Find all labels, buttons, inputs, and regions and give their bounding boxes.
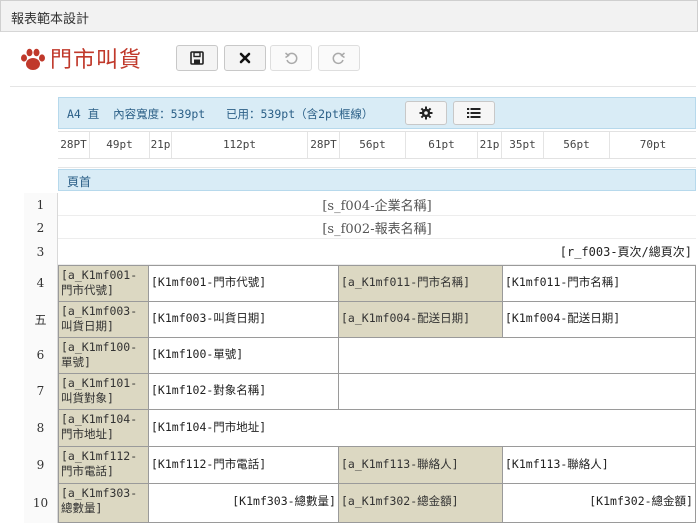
page-title: 門市叫貨	[50, 48, 143, 73]
row-number: 8	[24, 409, 58, 446]
undo-icon	[285, 52, 298, 65]
close-icon	[239, 52, 251, 64]
column-width[interactable]: 70pt	[610, 132, 696, 158]
window-title: 報表範本設計	[11, 12, 90, 27]
redo-button[interactable]	[318, 45, 360, 71]
label-cell[interactable]: [a_K1mf003-叫貨日期]	[58, 301, 149, 338]
label-cell[interactable]: [a_K1mf104-門市地址]	[58, 409, 149, 447]
column-width[interactable]: 56pt	[544, 132, 610, 158]
label-cell[interactable]: [a_K1mf303-總數量]	[58, 483, 149, 523]
row-number: 9	[24, 446, 58, 483]
undo-button[interactable]	[270, 45, 312, 71]
row-number: 6	[24, 337, 58, 373]
value-cell[interactable]: [K1mf011-門市名稱]	[502, 265, 696, 302]
row-number: 1	[24, 193, 58, 216]
label-cell[interactable]: [a_K1mf004-配送日期]	[338, 301, 503, 338]
paw-icon	[21, 48, 45, 70]
column-width[interactable]: 21p	[478, 132, 502, 158]
label-cell[interactable]: [a_K1mf101-叫貨對象]	[58, 373, 149, 410]
label-cell[interactable]: [a_K1mf001-門市代號]	[58, 265, 149, 302]
list-button[interactable]	[453, 101, 495, 125]
label-cell[interactable]: [a_K1mf011-門市名稱]	[338, 265, 503, 302]
column-width[interactable]: 112pt	[172, 132, 308, 158]
redo-icon	[332, 52, 345, 65]
row-number: 五	[24, 301, 58, 337]
value-cell[interactable]: [K1mf104-門市地址]	[148, 409, 696, 447]
page-info-text: A4 直 內容寬度：539pt 已用：539pt（含2pt框線）	[67, 107, 374, 121]
value-cell[interactable]: [K1mf112-門市電話]	[148, 446, 339, 484]
section-label: 頁首	[67, 175, 92, 189]
empty-cell[interactable]	[338, 373, 696, 410]
empty-cell[interactable]	[338, 337, 696, 374]
row-number: 7	[24, 373, 58, 409]
column-width[interactable]: 49pt	[90, 132, 150, 158]
gear-icon	[419, 106, 433, 120]
label-cell[interactable]: [a_K1mf100-單號]	[58, 337, 149, 374]
value-cell[interactable]: [K1mf003-叫貨日期]	[148, 301, 339, 338]
column-width-ruler: 28PT 49pt 21p 112pt 28PT 56pt 61pt 21p 3…	[58, 131, 696, 159]
header-divider	[10, 86, 696, 87]
value-cell[interactable]: [K1mf303-總數量]	[148, 483, 339, 523]
value-cell[interactable]: [K1mf004-配送日期]	[502, 301, 696, 338]
save-button[interactable]	[176, 45, 218, 71]
settings-button[interactable]	[405, 101, 447, 125]
ruler-spacer	[58, 159, 696, 168]
value-cell[interactable]: [K1mf113-聯絡人]	[502, 446, 696, 484]
label-cell[interactable]: [a_K1mf302-總金額]	[338, 483, 503, 523]
value-cell[interactable]: [K1mf102-對象名稱]	[148, 373, 339, 410]
value-cell[interactable]: [K1mf001-門市代號]	[148, 265, 339, 302]
column-width[interactable]: 61pt	[406, 132, 478, 158]
column-width[interactable]: 21p	[150, 132, 172, 158]
template-field-cell[interactable]: [s_f004-企業名稱]	[58, 193, 696, 216]
window-titlebar: 報表範本設計	[0, 0, 698, 32]
row-number: 2	[24, 216, 58, 239]
section-header[interactable]: 頁首	[58, 169, 696, 191]
close-button[interactable]	[224, 45, 266, 71]
template-field-cell[interactable]: [s_f002-報表名稱]	[58, 216, 696, 239]
save-icon	[190, 51, 204, 65]
row-number: 4	[24, 265, 58, 301]
column-width[interactable]: 28PT	[58, 132, 90, 158]
column-width[interactable]: 28PT	[308, 132, 340, 158]
column-width[interactable]: 35pt	[502, 132, 544, 158]
page-info-bar: A4 直 內容寬度：539pt 已用：539pt（含2pt框線）	[58, 97, 696, 129]
row-number: 10	[24, 483, 58, 523]
value-cell[interactable]: [K1mf100-單號]	[148, 337, 339, 374]
value-cell[interactable]: [K1mf302-總金額]	[502, 483, 696, 523]
row-number: 3	[24, 239, 58, 265]
label-cell[interactable]: [a_K1mf113-聯絡人]	[338, 446, 503, 484]
label-cell[interactable]: [a_K1mf112-門市電話]	[58, 446, 149, 484]
template-field-cell[interactable]: [r_f003-頁次/總頁次]	[58, 239, 696, 265]
list-icon	[467, 108, 481, 118]
column-width[interactable]: 56pt	[340, 132, 406, 158]
